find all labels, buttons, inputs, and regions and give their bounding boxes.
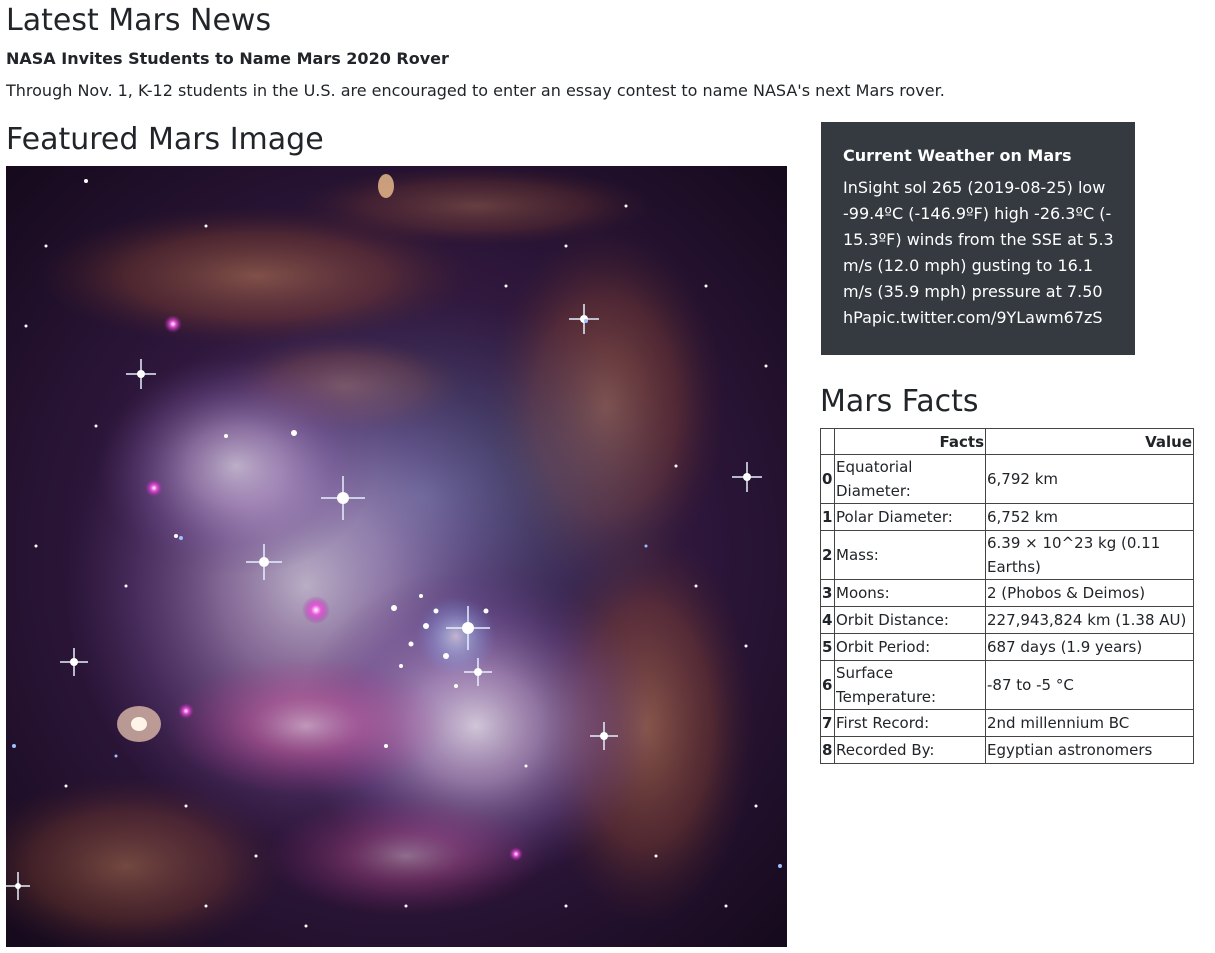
mars-facts-table: Facts Value 0 Equatorial Diameter: 6,792… — [820, 428, 1194, 764]
table-header-index — [820, 428, 835, 455]
fact-label: Orbit Distance: — [834, 606, 986, 634]
fact-value: 2 (Phobos & Deimos) — [985, 579, 1194, 607]
table-header-facts: Facts — [834, 428, 986, 455]
fact-label: Mass: — [834, 530, 986, 580]
fact-label: Orbit Period: — [834, 633, 986, 661]
weather-card: Current Weather on Mars InSight sol 265 … — [821, 122, 1135, 355]
fact-label: Equatorial Diameter: — [834, 454, 986, 504]
row-index: 6 — [820, 660, 835, 710]
nebula-image — [6, 166, 787, 947]
fact-label: Surface Temperature: — [834, 660, 986, 710]
news-teaser: Through Nov. 1, K-12 students in the U.S… — [6, 81, 945, 100]
fact-label: Polar Diameter: — [834, 503, 986, 531]
row-index: 8 — [820, 736, 835, 764]
table-row: 5 Orbit Period: 687 days (1.9 years) — [820, 633, 1194, 661]
table-row: 1 Polar Diameter: 6,752 km — [820, 503, 1194, 531]
row-index: 2 — [820, 530, 835, 580]
table-row: 3 Moons: 2 (Phobos & Deimos) — [820, 579, 1194, 607]
fact-value: 227,943,824 km (1.38 AU) — [985, 606, 1194, 634]
table-row: 2 Mass: 6.39 × 10^23 kg (0.11 Earths) — [820, 530, 1194, 580]
table-row: 7 First Record: 2nd millennium BC — [820, 709, 1194, 737]
featured-image[interactable] — [6, 166, 787, 947]
row-index: 0 — [820, 454, 835, 504]
fact-value: 687 days (1.9 years) — [985, 633, 1194, 661]
fact-value: 6.39 × 10^23 kg (0.11 Earths) — [985, 530, 1194, 580]
featured-image-title: Featured Mars Image — [6, 122, 324, 157]
page: Latest Mars News NASA Invites Students t… — [0, 0, 1215, 953]
fact-value: Egyptian astronomers — [985, 736, 1194, 764]
table-header-row: Facts Value — [820, 428, 1194, 455]
row-index: 1 — [820, 503, 835, 531]
fact-label: Moons: — [834, 579, 986, 607]
table-row: 0 Equatorial Diameter: 6,792 km — [820, 454, 1194, 504]
row-index: 5 — [820, 633, 835, 661]
news-headline: NASA Invites Students to Name Mars 2020 … — [6, 49, 449, 68]
fact-label: First Record: — [834, 709, 986, 737]
fact-value: 2nd millennium BC — [985, 709, 1194, 737]
table-row: 4 Orbit Distance: 227,943,824 km (1.38 A… — [820, 606, 1194, 634]
fact-value: 6,792 km — [985, 454, 1194, 504]
row-index: 3 — [820, 579, 835, 607]
mars-facts-title: Mars Facts — [820, 384, 979, 419]
weather-text: InSight sol 265 (2019-08-25) low -99.4ºC… — [843, 178, 1114, 327]
fact-value: -87 to -5 °C — [985, 660, 1194, 710]
fact-value: 6,752 km — [985, 503, 1194, 531]
table-row: 8 Recorded By: Egyptian astronomers — [820, 736, 1194, 764]
row-index: 7 — [820, 709, 835, 737]
fact-label: Recorded By: — [834, 736, 986, 764]
table-row: 6 Surface Temperature: -87 to -5 °C — [820, 660, 1194, 710]
row-index: 4 — [820, 606, 835, 634]
table-header-value: Value — [985, 428, 1194, 455]
weather-title: Current Weather on Mars — [843, 146, 1072, 165]
news-section-title: Latest Mars News — [6, 3, 272, 38]
